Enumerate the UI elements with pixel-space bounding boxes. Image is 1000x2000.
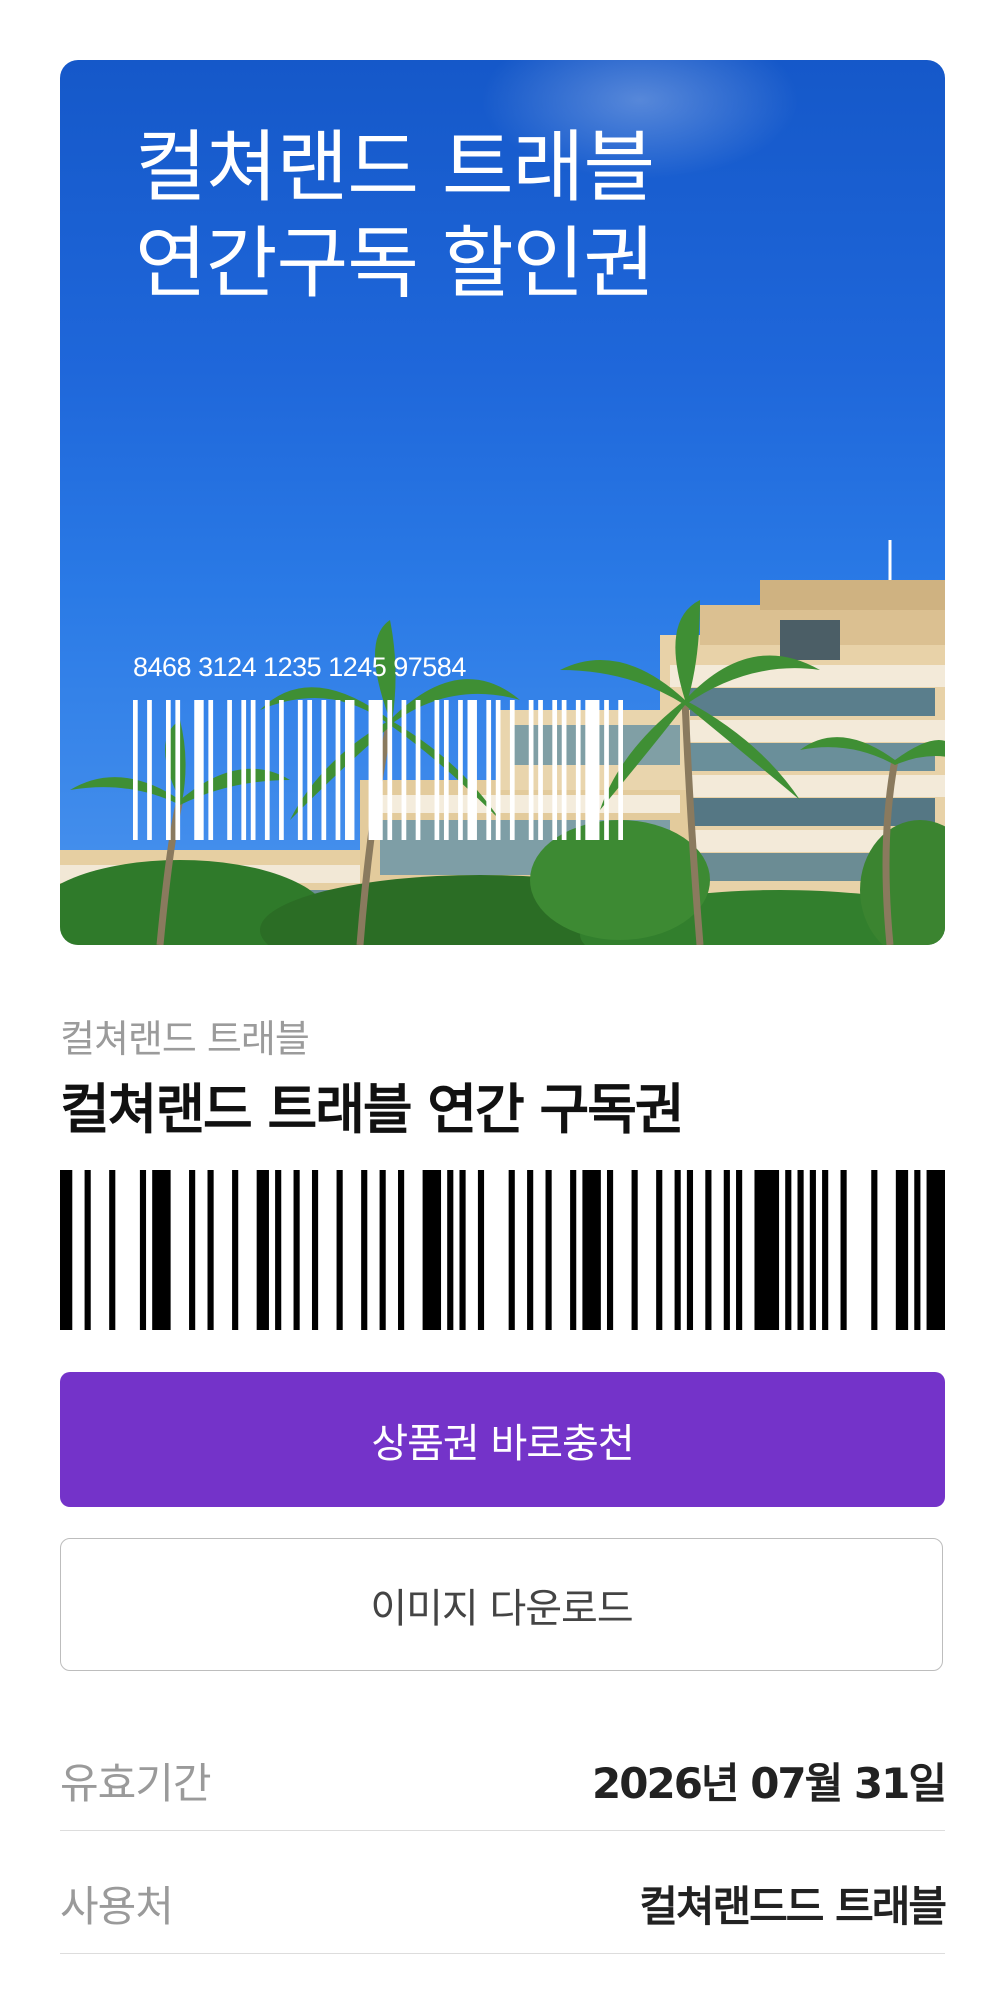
barcode-bar — [208, 700, 214, 840]
barcode-bar — [207, 1170, 214, 1330]
barcode-bar — [797, 1170, 804, 1330]
barcode-bar — [189, 1170, 196, 1330]
barcode-bar — [279, 700, 284, 840]
voucher-product-name: 컬쳐랜드 트래블 연간 구독권 — [60, 1078, 685, 1141]
barcode-bar — [398, 1170, 405, 1330]
barcode-bar — [443, 700, 449, 840]
barcode-bar — [422, 1170, 442, 1330]
barcode-bar — [561, 700, 567, 840]
barcode-bar — [60, 1170, 73, 1330]
barcode-bar — [585, 700, 600, 840]
expiry-value: 2026년 07월 31일 — [592, 1758, 947, 1808]
barcode-bar — [109, 1170, 116, 1330]
barcode-bar — [264, 700, 270, 840]
charge-voucher-button[interactable]: 상품권 바로충천 — [60, 1372, 945, 1507]
barcode-bar — [895, 1170, 909, 1330]
barcode-bar — [809, 1170, 816, 1330]
download-image-button[interactable]: 이미지 다운로드 — [60, 1538, 943, 1671]
barcode-bar — [486, 700, 492, 840]
barcode-bar — [415, 700, 421, 840]
barcode-bar — [293, 1170, 300, 1330]
voucher-hero-image: 컬쳐랜드 트래블 연간구독 할인권 8468 3124 1235 1245 97… — [60, 60, 945, 945]
hero-barcode-number: 8468 3124 1235 1245 97584 — [133, 652, 466, 682]
barcode-bar — [133, 700, 138, 840]
barcode-bar — [527, 1170, 534, 1330]
barcode-bar — [570, 1170, 577, 1330]
barcode-bar — [477, 1170, 485, 1330]
barcode-bar — [241, 700, 247, 840]
barcode-bar — [84, 1170, 91, 1330]
barcode-bar — [871, 1170, 878, 1330]
barcode-bar — [152, 1170, 171, 1330]
barcode-bar — [618, 700, 623, 840]
voucher-detail: 컬쳐랜드 트래블 연간구독 할인권 8468 3124 1235 1245 97… — [60, 60, 947, 1954]
barcode-bar — [335, 700, 341, 840]
hero-title-line-1: 컬쳐랜드 트래블 — [135, 123, 655, 213]
barcode-bar — [606, 1170, 614, 1330]
barcode-bar — [495, 700, 501, 840]
barcode-bar — [321, 700, 327, 840]
barcode-bar — [387, 700, 393, 840]
hero-barcode — [133, 700, 623, 840]
barcode-bar — [250, 700, 256, 840]
barcode-bar — [194, 700, 204, 840]
barcode-bar — [401, 700, 407, 840]
barcode-bar — [256, 1170, 269, 1330]
barcode-bar — [705, 1170, 712, 1330]
barcode-bar — [307, 700, 313, 840]
barcode-bar — [345, 700, 355, 840]
barcode-bar — [604, 700, 609, 840]
barcode-bar — [656, 1170, 663, 1330]
barcode-bar — [686, 1170, 694, 1330]
barcode-bar — [674, 1170, 681, 1330]
barcode-bar — [147, 700, 152, 840]
place-row: 사용처 컬쳐랜드드 트래블 — [60, 1853, 947, 1954]
barcode-bar — [458, 700, 463, 840]
barcode-bar — [165, 700, 171, 840]
barcode-bar — [822, 1170, 829, 1330]
barcode-bar — [361, 1170, 368, 1330]
expiry-label: 유효기간 — [60, 1758, 212, 1808]
barcode-bar — [467, 700, 477, 840]
barcode-bar — [459, 1170, 466, 1330]
barcode-bar — [232, 1170, 239, 1330]
barcode-bar — [538, 700, 543, 840]
barcode-bar — [311, 1170, 319, 1330]
barcode-bar — [736, 1170, 743, 1330]
barcode-bar — [434, 700, 440, 840]
barcode-bar — [508, 1170, 515, 1330]
place-label: 사용처 — [60, 1881, 174, 1931]
barcode-bar — [914, 1170, 921, 1330]
hero-title: 컬쳐랜드 트래블 연간구독 할인권 — [135, 120, 855, 312]
barcode-bar — [447, 1170, 454, 1330]
hero-title-line-2: 연간구독 할인권 — [135, 219, 655, 309]
barcode-bar — [139, 1170, 147, 1330]
place-value: 컬쳐랜드드 트래블 — [639, 1881, 947, 1931]
barcode-bar — [723, 1170, 730, 1330]
barcode-bar — [545, 1170, 552, 1330]
barcode-bar — [528, 700, 534, 840]
barcode-bar — [754, 1170, 780, 1330]
barcode-bar — [785, 1170, 792, 1330]
voucher-barcode — [60, 1170, 945, 1330]
barcode-bar — [582, 1170, 601, 1330]
barcode-bar — [297, 700, 303, 840]
barcode-bar — [926, 1170, 945, 1330]
barcode-bar — [840, 1170, 847, 1330]
barcode-bar — [631, 1170, 638, 1330]
barcode-bar — [175, 700, 181, 840]
barcode-bar — [509, 700, 515, 840]
expiry-row: 유효기간 2026년 07월 31일 — [60, 1730, 947, 1831]
barcode-bar — [368, 700, 383, 840]
barcode-bar — [275, 1170, 282, 1330]
barcode-bar — [227, 700, 232, 840]
barcode-bar — [379, 1170, 386, 1330]
voucher-brand: 컬쳐랜드 트래블 — [60, 1017, 310, 1061]
barcode-bar — [336, 1170, 343, 1330]
barcode-bar — [575, 700, 581, 840]
barcode-bar — [552, 700, 558, 840]
